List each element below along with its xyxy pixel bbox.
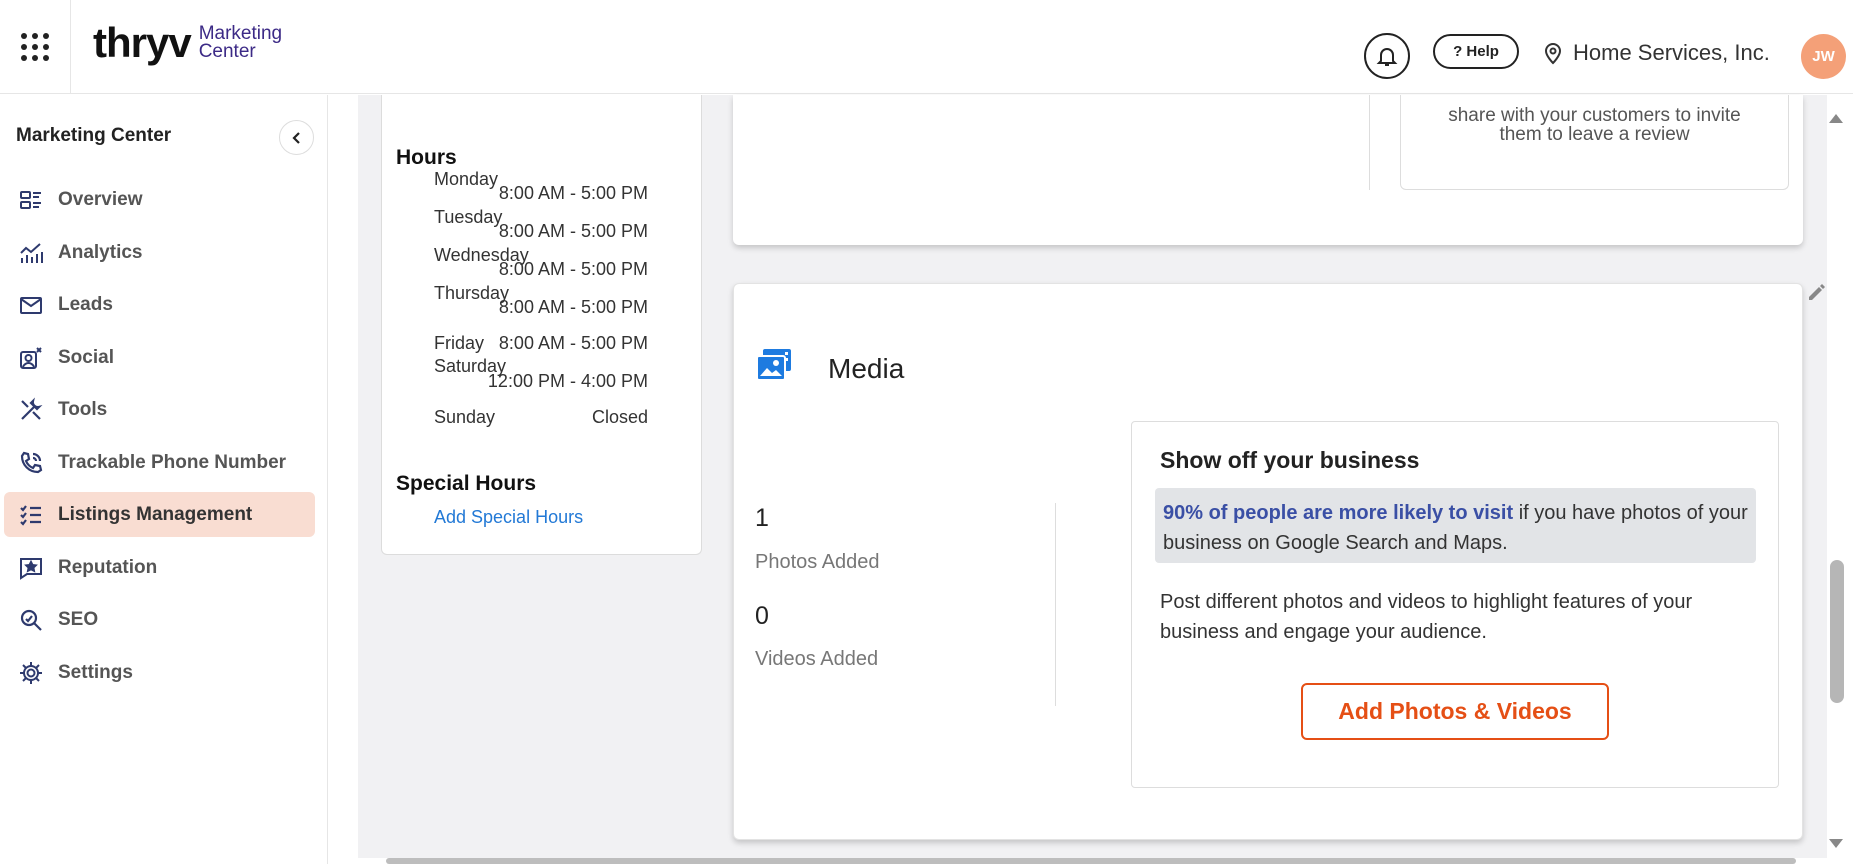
sidebar-item-label: Leads <box>58 293 113 315</box>
pencil-icon[interactable] <box>1806 281 1828 303</box>
vertical-scroll-thumb[interactable] <box>1830 560 1844 703</box>
bell-icon <box>1376 48 1398 66</box>
videos-count: 0 <box>755 602 769 630</box>
hours-time: 8:00 AM - 5:00 PM <box>498 333 648 353</box>
photos-count: 1 <box>755 504 769 532</box>
sidebar-item-listings-management[interactable]: Listings Management <box>4 492 315 537</box>
sidebar-item-social[interactable]: Social <box>4 335 315 380</box>
hours-time: 8:00 AM - 5:00 PM <box>498 259 648 279</box>
hours-title: Hours <box>396 146 457 169</box>
logo-wordmark: thryv <box>93 19 192 66</box>
logo-sub-line2: Center <box>198 41 256 62</box>
collapse-sidebar-button[interactable] <box>279 120 314 155</box>
tools-icon <box>21 397 43 420</box>
add-photos-videos-button[interactable]: Add Photos & Videos <box>1301 683 1609 740</box>
scroll-up-arrow-icon[interactable] <box>1829 114 1843 123</box>
photos-label: Photos Added <box>755 551 880 573</box>
top-bar: thryv Marketing Center ? Help Home Servi… <box>0 0 1853 94</box>
hours-time: Closed <box>591 407 648 427</box>
horizontal-scroll-thumb[interactable] <box>386 858 1796 864</box>
videos-label: Videos Added <box>755 648 879 670</box>
sidebar-item-label: Overview <box>58 188 143 210</box>
sidebar-item-label: Analytics <box>58 241 143 263</box>
list-check-icon <box>20 504 41 526</box>
show-off-title: Show off your business <box>1160 447 1420 473</box>
sidebar-title: Marketing Center <box>16 125 172 146</box>
app-grid-button[interactable] <box>0 0 71 94</box>
location-name: Home Services, Inc. <box>1573 40 1770 65</box>
sidebar-item-label: Social <box>58 346 114 368</box>
sidebar-item-trackable-phone-number[interactable]: Trackable Phone Number <box>4 440 315 485</box>
help-button[interactable]: ? Help <box>1433 34 1519 69</box>
sidebar-item-settings[interactable]: Settings <box>4 650 315 695</box>
media-gallery-icon <box>756 349 791 381</box>
sidebar-item-label: Settings <box>58 661 133 683</box>
sidebar-item-label: Trackable Phone Number <box>58 451 287 473</box>
mail-icon <box>20 296 42 314</box>
media-title: Media <box>828 353 905 384</box>
sidebar-item-reputation[interactable]: Reputation <box>4 545 315 590</box>
sidebar-item-label: Tools <box>58 398 108 420</box>
review-info-text: share with your customers to invite them… <box>1400 106 1789 144</box>
sidebar-item-overview[interactable]: Overview <box>4 177 315 222</box>
thryv-logo[interactable]: thryv Marketing Center <box>93 22 282 64</box>
location-pin-icon <box>1544 43 1562 65</box>
highlight-callout: 90% of people are more likely to visit i… <box>1155 488 1756 563</box>
analytics-icon <box>20 242 43 263</box>
review-text-line2: them to leave a review <box>1499 124 1690 145</box>
phone-icon <box>20 451 43 473</box>
star-chat-icon <box>20 557 42 580</box>
review-text-line1: share with your customers to invite <box>1448 105 1741 126</box>
sidebar-item-leads[interactable]: Leads <box>4 282 315 327</box>
chevron-left-icon <box>291 131 300 144</box>
vertical-scrollbar[interactable] <box>1827 95 1853 864</box>
app-grid-icon <box>21 33 49 61</box>
sidebar-item-label: Reputation <box>58 556 158 578</box>
seo-icon <box>20 609 42 631</box>
scroll-down-arrow-icon[interactable] <box>1829 839 1843 848</box>
sidebar-item-label: SEO <box>58 608 99 630</box>
review-divider <box>1369 95 1370 190</box>
user-avatar[interactable]: JW <box>1801 34 1846 79</box>
stats-divider <box>1055 503 1056 706</box>
sidebar-item-tools[interactable]: Tools <box>4 387 315 432</box>
logo-subtitle: Marketing Center <box>198 24 282 62</box>
special-hours-title: Special Hours <box>396 472 537 495</box>
location-selector[interactable]: Home Services, Inc. <box>1543 40 1770 66</box>
hours-time: 8:00 AM - 5:00 PM <box>498 297 648 317</box>
sidebar-item-analytics[interactable]: Analytics <box>4 230 315 275</box>
sidebar-item-label: Listings Management <box>58 503 253 525</box>
hours-day: Friday <box>434 333 485 353</box>
hours-time: 12:00 PM - 4:00 PM <box>487 371 648 391</box>
show-off-body: Post different photos and videos to high… <box>1160 591 1693 643</box>
add-special-hours-link[interactable]: Add Special Hours <box>434 507 583 528</box>
hours-time: 8:00 AM - 5:00 PM <box>498 221 648 241</box>
social-icon <box>20 346 42 369</box>
highlight-emphasis: 90% of people are more likely to visit <box>1163 502 1514 524</box>
hours-time: 8:00 AM - 5:00 PM <box>498 183 648 203</box>
overview-icon <box>20 190 41 209</box>
sidebar-item-seo[interactable]: SEO <box>4 597 315 642</box>
notifications-button[interactable] <box>1364 33 1410 79</box>
gear-icon <box>20 661 42 684</box>
